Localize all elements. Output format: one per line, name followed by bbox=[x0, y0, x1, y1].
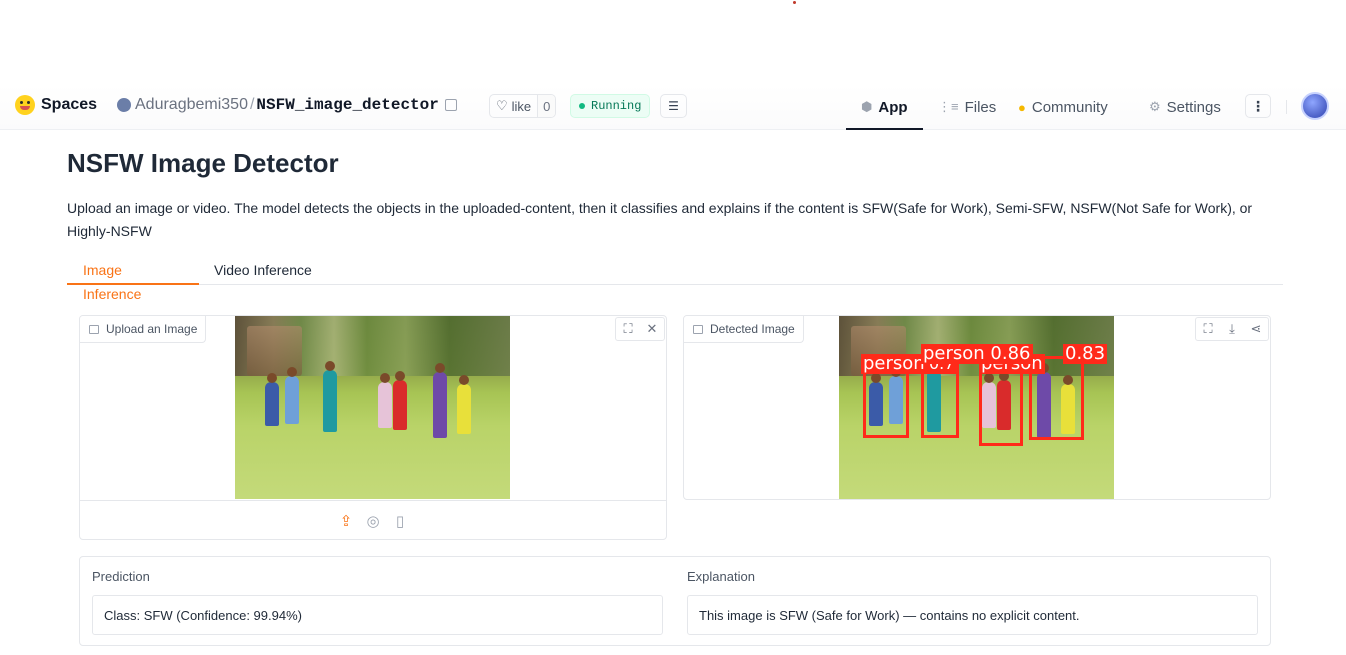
heart-icon: ♡ bbox=[496, 98, 508, 113]
header-divider bbox=[1286, 100, 1287, 114]
detected-image-panel: Detected Image ⛶ ⤓ ⋖ person 0.7 person p… bbox=[683, 315, 1271, 500]
bounding-box bbox=[979, 366, 1023, 446]
photo-child bbox=[433, 363, 447, 438]
detection-label: 0.83 bbox=[1063, 343, 1108, 364]
bounding-box bbox=[863, 370, 909, 438]
output-toolbar: ⛶ ⤓ ⋖ bbox=[1195, 317, 1269, 341]
explanation-label: Explanation bbox=[687, 569, 755, 584]
fullscreen-icon[interactable]: ⛶ bbox=[616, 318, 640, 340]
source-selector: ⇪ ◎ ▯ bbox=[80, 500, 666, 539]
owner-avatar bbox=[117, 98, 131, 112]
explanation-block: Explanation This image is SFW (Safe for … bbox=[687, 569, 1258, 635]
share-icon[interactable]: ⋖ bbox=[1244, 318, 1268, 340]
prediction-block: Prediction Class: SFW (Confidence: 99.94… bbox=[92, 569, 663, 635]
upload-icon[interactable]: ⇪ bbox=[339, 513, 354, 530]
user-avatar[interactable] bbox=[1301, 92, 1329, 120]
spaces-link[interactable]: Spaces bbox=[15, 95, 97, 115]
input-toolbar: ⛶ ✕ bbox=[615, 317, 665, 341]
spaces-label: Spaces bbox=[41, 96, 98, 113]
photo-child bbox=[323, 361, 337, 432]
image-icon bbox=[89, 324, 99, 334]
owner-link[interactable]: Aduragbemi350 bbox=[135, 96, 248, 114]
prediction-field[interactable]: Class: SFW (Confidence: 99.94%) bbox=[92, 595, 663, 635]
like-count: 0 bbox=[537, 95, 556, 117]
status-label: Running bbox=[591, 99, 642, 113]
tab-community[interactable]: ● Community bbox=[1018, 84, 1108, 130]
tab-community-label: Community bbox=[1031, 98, 1108, 116]
webcam-icon[interactable]: ◎ bbox=[366, 513, 381, 530]
tab-app-label: App bbox=[878, 98, 908, 116]
photo-child bbox=[393, 371, 407, 430]
photo-child bbox=[285, 367, 299, 424]
fullscreen-icon[interactable]: ⛶ bbox=[1196, 318, 1220, 340]
hugging-face-logo bbox=[15, 95, 35, 115]
page-description: Upload an image or video. The model dete… bbox=[67, 200, 1253, 239]
tab-app[interactable]: ⬢ App bbox=[861, 84, 908, 130]
tab-files-label: Files bbox=[964, 98, 997, 116]
like-button[interactable]: ♡ like 0 bbox=[489, 94, 557, 118]
photo-child bbox=[457, 375, 471, 434]
like-label: like bbox=[511, 98, 532, 114]
tab-video-inference[interactable]: Video Inference bbox=[198, 258, 328, 285]
detection-label: person 0.86 bbox=[921, 343, 1033, 364]
detected-image-label-text: Detected Image bbox=[710, 322, 795, 336]
page-indicator-dot bbox=[793, 1, 796, 4]
status-badge: Running bbox=[570, 94, 651, 118]
clipboard-icon[interactable]: ▯ bbox=[393, 513, 408, 530]
breadcrumb-separator: / bbox=[249, 96, 255, 113]
image-icon bbox=[693, 324, 703, 334]
status-dot-icon bbox=[579, 103, 585, 109]
prediction-label: Prediction bbox=[92, 569, 150, 584]
photo-child bbox=[265, 373, 279, 426]
tab-image-inference[interactable]: Image Inference bbox=[67, 258, 199, 302]
uploaded-image[interactable] bbox=[235, 316, 510, 499]
close-icon[interactable]: ✕ bbox=[640, 318, 664, 340]
explanation-field[interactable]: This image is SFW (Safe for Work) — cont… bbox=[687, 595, 1258, 635]
detected-image-label: Detected Image bbox=[684, 316, 804, 343]
logs-button[interactable]: ☰ bbox=[660, 94, 687, 118]
active-tab-underline bbox=[846, 128, 923, 130]
logs-icon: ☰ bbox=[668, 99, 679, 113]
upload-image-label: Upload an Image bbox=[80, 316, 207, 343]
files-icon: ⋮≡ bbox=[938, 99, 959, 114]
app-icon: ⬢ bbox=[861, 99, 873, 114]
tab-settings-label: Settings bbox=[1166, 98, 1221, 116]
upload-image-panel: Upload an Image ⛶ ✕ ⇪ ◎ ▯ bbox=[79, 315, 667, 540]
more-icon: ⋮ bbox=[1251, 97, 1265, 114]
more-options-button[interactable]: ⋮ bbox=[1245, 94, 1271, 118]
repo-name-link[interactable]: NSFW_image_detector bbox=[256, 96, 438, 114]
settings-icon: ⚙ bbox=[1149, 99, 1161, 114]
copy-icon[interactable] bbox=[444, 99, 457, 111]
download-icon[interactable]: ⤓ bbox=[1220, 318, 1244, 340]
detected-image: person 0.7 person person 0.86 0.83 bbox=[839, 316, 1114, 499]
breadcrumb: Aduragbemi350 / NSFW_image_detector bbox=[117, 96, 457, 114]
space-header: Spaces Aduragbemi350 / NSFW_image_detect… bbox=[0, 84, 1346, 130]
tab-files[interactable]: ⋮≡ Files bbox=[938, 84, 996, 130]
upload-image-label-text: Upload an Image bbox=[106, 322, 198, 336]
inference-tabs: Image Inference Video Inference bbox=[67, 258, 1283, 302]
page-title: NSFW Image Detector bbox=[67, 148, 339, 178]
photo-child bbox=[378, 373, 392, 428]
detection-label: person bbox=[861, 353, 927, 374]
results-panel: Prediction Class: SFW (Confidence: 99.94… bbox=[79, 556, 1271, 646]
community-icon: ● bbox=[1018, 99, 1026, 115]
tab-settings[interactable]: ⚙ Settings bbox=[1149, 84, 1221, 130]
